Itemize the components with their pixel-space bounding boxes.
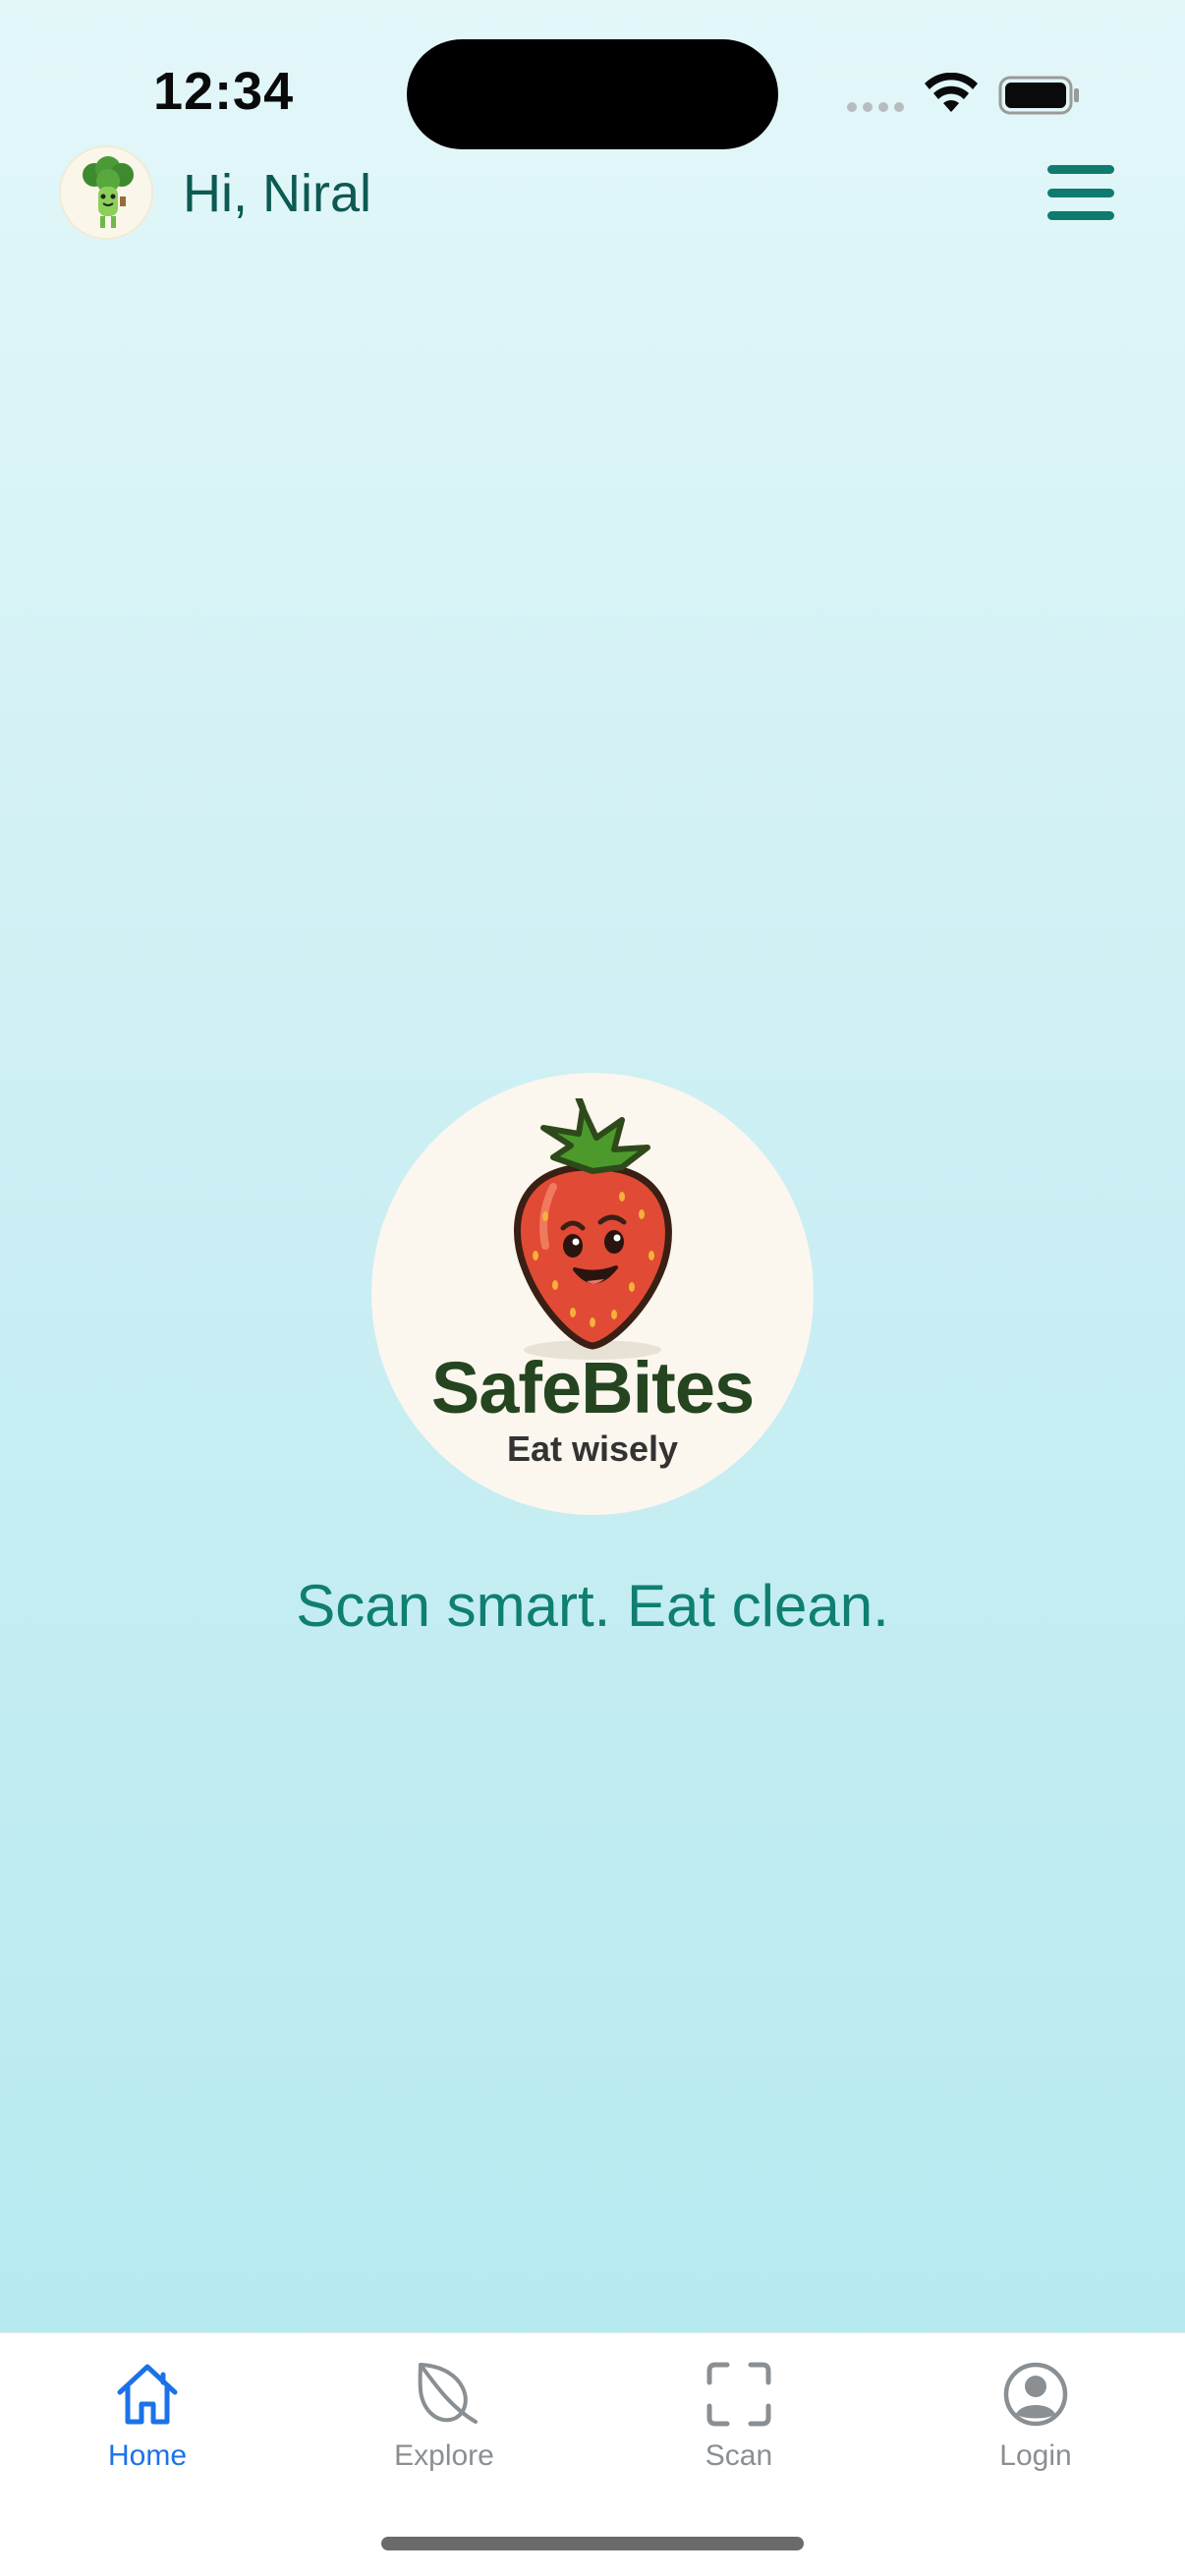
scan-frame-icon (706, 2362, 771, 2427)
strawberry-mascot-icon (514, 1098, 672, 1360)
battery-icon (998, 76, 1079, 115)
wifi-icon (925, 73, 978, 112)
tab-home[interactable]: Home (49, 2357, 246, 2494)
tab-scan[interactable]: Scan (641, 2357, 837, 2494)
home-icon (117, 2364, 178, 2425)
greeting-text: Hi, Niral (183, 164, 372, 223)
tab-label: Login (999, 2439, 1072, 2472)
leaf-icon (418, 2363, 478, 2424)
home-indicator[interactable] (381, 2537, 804, 2550)
tab-label: Home (107, 2439, 188, 2472)
logo-tagline: Eat wisely (506, 1428, 679, 1469)
broccoli-mascot-icon (61, 147, 151, 238)
status-time: 12:34 (153, 62, 295, 121)
tab-explore[interactable]: Explore (346, 2357, 542, 2494)
status-bar: 12:34 (0, 0, 1185, 149)
user-circle-icon (1003, 2362, 1068, 2427)
tab-label: Scan (705, 2439, 773, 2472)
app-logo: SafeBites Eat wisely (371, 1073, 814, 1515)
avatar[interactable] (59, 145, 153, 240)
slogan-text: Scan smart. Eat clean. (296, 1573, 889, 1639)
tab-label: Explore (394, 2439, 494, 2472)
logo-name: SafeBites (430, 1347, 755, 1428)
hamburger-menu-icon[interactable] (1045, 161, 1116, 224)
dynamic-island (407, 39, 778, 149)
cellular-dots-icon (847, 102, 904, 112)
tab-login[interactable]: Login (937, 2357, 1134, 2494)
app-header: Hi, Niral (0, 145, 1185, 244)
